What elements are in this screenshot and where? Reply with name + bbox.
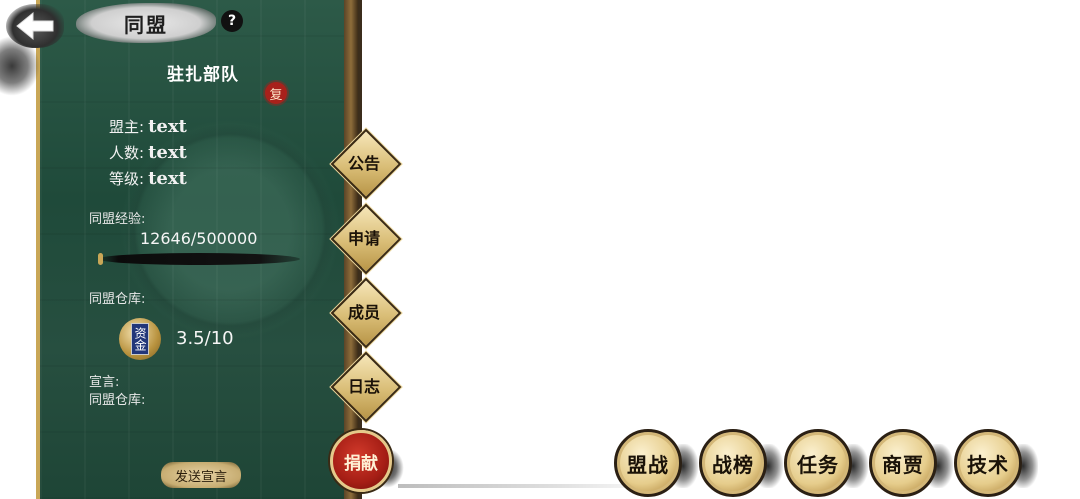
war-ranking-button[interactable]: 战榜	[699, 429, 767, 497]
level-value: text	[148, 168, 187, 189]
leader-row: 盟主: text	[109, 116, 187, 137]
members-value: text	[148, 142, 187, 163]
exp-progress-fill	[98, 253, 104, 265]
fund-value: 3.5/10	[176, 328, 234, 349]
members-row: 人数: text	[109, 142, 187, 163]
log-button[interactable]: 日志	[331, 352, 397, 418]
application-label: 申请	[347, 229, 380, 248]
level-row: 等级: text	[109, 168, 187, 189]
guild-war-button[interactable]: 盟战	[614, 429, 682, 497]
leader-label: 盟主:	[109, 118, 145, 136]
donate-button[interactable]: 捐献	[330, 430, 392, 492]
members-button-label: 成员	[347, 303, 380, 322]
announcement-button[interactable]: 公告	[331, 129, 397, 195]
warehouse-label: 同盟仓库:	[89, 292, 146, 307]
declaration-label: 宣言:	[89, 375, 120, 390]
help-button[interactable]: ?	[221, 10, 243, 32]
send-declaration-button[interactable]: 发送宣言	[161, 462, 241, 488]
fund-icon: 资金	[119, 318, 161, 360]
revive-button[interactable]: 复	[265, 82, 287, 104]
fund-icon-text: 资金	[131, 323, 149, 355]
declaration-warehouse-label: 同盟仓库:	[89, 393, 146, 408]
guild-name: 驻扎部队	[167, 65, 239, 85]
announcement-label: 公告	[347, 154, 380, 173]
exp-value: 12646/500000	[140, 229, 258, 248]
log-label: 日志	[347, 377, 380, 396]
technology-button[interactable]: 技术	[954, 429, 1022, 497]
members-label: 人数:	[109, 144, 145, 162]
back-arrow-icon	[16, 11, 54, 41]
exp-label: 同盟经验:	[89, 212, 146, 227]
tasks-button[interactable]: 任务	[784, 429, 852, 497]
merchant-button[interactable]: 商贾	[869, 429, 937, 497]
page-title: 同盟	[76, 3, 216, 43]
back-button[interactable]	[6, 4, 64, 48]
level-label: 等级:	[109, 170, 145, 188]
leader-value: text	[148, 116, 187, 137]
application-button[interactable]: 申请	[331, 204, 397, 270]
exp-progress-bar	[98, 253, 300, 265]
members-button[interactable]: 成员	[331, 278, 397, 344]
